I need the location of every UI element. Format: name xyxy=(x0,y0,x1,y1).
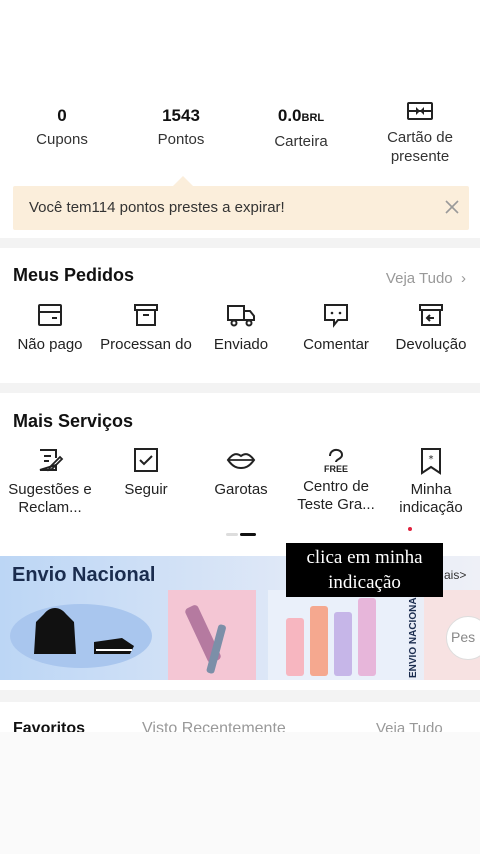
hoodie-shoes-image xyxy=(10,604,152,668)
feedback-edit-icon xyxy=(39,449,64,472)
promo-corner-text: ais> xyxy=(444,568,467,582)
points-expire-banner[interactable]: Você tem114 pontos prestes a expirar! xyxy=(13,176,469,230)
services-title: Mais Serviços xyxy=(13,411,134,431)
service-feedback[interactable]: Sugestões e Reclam... xyxy=(2,447,98,517)
box-icon xyxy=(134,304,158,326)
promo-side-text: ENVIO NACIONAL xyxy=(408,591,419,679)
wallet-card-icon xyxy=(38,304,62,326)
promo-title: Envio Nacional xyxy=(12,564,156,586)
points-stat[interactable]: 1543 Pontos xyxy=(136,104,226,149)
promo-right-image: ais> Pes xyxy=(424,568,480,680)
order-processing-label: Processan do xyxy=(100,336,192,353)
service-girls-label: Garotas xyxy=(214,481,268,498)
checkbox-icon xyxy=(134,448,158,472)
service-feedback-label: Sugestões e Reclam... xyxy=(8,481,92,516)
close-icon[interactable] xyxy=(443,198,461,216)
favorites-tabs: Favoritos Visto Recentemente Veja Tudo xyxy=(0,718,480,732)
truck-icon xyxy=(227,305,255,327)
gift-card-stat[interactable]: Cartão de presente xyxy=(374,100,466,166)
pager-dot-active xyxy=(240,533,256,536)
pager-dot xyxy=(226,533,238,536)
service-follow[interactable]: Seguir xyxy=(98,447,194,499)
service-free-trial[interactable]: FREE Centro de Teste Gra... xyxy=(288,444,384,514)
gift-card-label: Cartão de presente xyxy=(387,129,453,165)
video-caption: clica em minha indicação xyxy=(286,543,443,597)
order-shipped[interactable]: Enviado xyxy=(193,302,289,354)
wallet-label: Carteira xyxy=(274,133,328,150)
section-divider xyxy=(0,238,480,248)
section-divider xyxy=(0,690,480,702)
order-unpaid-label: Não pago xyxy=(17,336,83,353)
section-divider xyxy=(0,383,480,393)
order-processing[interactable]: Processan do xyxy=(98,302,194,354)
service-my-referral-label: Minha indicação xyxy=(399,481,463,516)
service-follow-label: Seguir xyxy=(124,481,168,498)
service-girls[interactable]: Garotas xyxy=(193,447,289,499)
return-box-icon xyxy=(419,304,443,326)
gradient-bottles-image xyxy=(268,590,408,680)
blank-area xyxy=(0,732,480,854)
coupons-label: Cupons xyxy=(36,131,88,148)
order-return[interactable]: Devolução xyxy=(383,302,479,354)
chevron-right-icon: › xyxy=(456,270,466,287)
points-expire-text: Você tem114 pontos prestes a expirar! xyxy=(29,199,285,216)
lips-icon xyxy=(226,453,256,470)
orders-title: Meus Pedidos xyxy=(13,265,135,285)
service-free-trial-label: Centro de Teste Gra... xyxy=(297,478,375,513)
wallet-stat[interactable]: 0.0BRL Carteira xyxy=(255,104,347,151)
tab-recently-viewed[interactable]: Visto Recentemente xyxy=(142,720,286,732)
order-comment-label: Comentar xyxy=(303,336,369,353)
points-label: Pontos xyxy=(157,131,205,148)
favorites-see-all-link[interactable]: Veja Tudo xyxy=(376,720,443,732)
tab-favorites[interactable]: Favoritos xyxy=(13,720,85,732)
coupons-count: 0 xyxy=(57,106,67,125)
order-return-label: Devolução xyxy=(395,336,467,353)
order-unpaid[interactable]: Não pago xyxy=(2,302,98,354)
wallet-balance: 0.0BRL xyxy=(277,106,325,125)
comment-icon xyxy=(324,304,348,328)
promo-tag: Pes xyxy=(446,616,480,660)
order-shipped-label: Enviado xyxy=(213,336,269,353)
svg-text:*: * xyxy=(429,454,434,465)
service-my-referral[interactable]: * Minha indicação xyxy=(383,447,479,531)
points-count: 1543 xyxy=(162,106,200,125)
wallet-currency: BRL xyxy=(301,112,325,124)
free-trial-icon: FREE xyxy=(324,448,348,474)
bookmark-star-icon: * xyxy=(421,448,441,475)
notification-dot xyxy=(408,527,412,531)
coupons-stat[interactable]: 0 Cupons xyxy=(22,104,102,149)
order-comment[interactable]: Comentar xyxy=(288,302,384,354)
svg-text:FREE: FREE xyxy=(324,464,348,474)
perfume-atomizer-image xyxy=(168,590,256,680)
orders-see-all-link[interactable]: Veja Tudo › xyxy=(386,270,466,287)
gift-card-icon xyxy=(407,102,433,120)
